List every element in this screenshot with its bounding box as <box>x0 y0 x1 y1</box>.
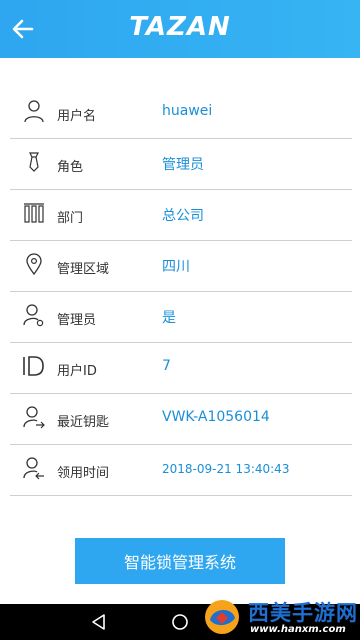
info-row-recent-key: 最近钥匙 VWK-A1056014 <box>10 394 352 445</box>
row-label: 角色 <box>57 160 84 175</box>
row-value: 管理员 <box>162 157 204 173</box>
row-label: 领用时间 <box>57 466 110 481</box>
row-value: 四川 <box>162 259 190 275</box>
watermark-url: www.hanxm.com <box>250 624 346 635</box>
row-label: 管理员 <box>57 313 97 328</box>
user-key-icon <box>23 406 45 429</box>
location-pin-icon <box>26 253 42 276</box>
row-value: VWK-A1056014 <box>162 409 270 425</box>
row-label: 用户名 <box>57 109 97 124</box>
watermark: 西美手游网 www.hanxm.com <box>202 596 360 640</box>
info-row-role: 角色 管理员 <box>10 139 352 190</box>
row-value: 总公司 <box>162 208 204 224</box>
row-label: 部门 <box>57 211 84 226</box>
user-info-list: 用户名 huawei 角色 管理员 部门 总公司 管理区域 四川 管理员 是 用… <box>0 88 360 496</box>
row-label: 用户ID <box>57 364 97 379</box>
row-label: 最近钥匙 <box>57 415 110 430</box>
tie-icon <box>29 152 39 172</box>
row-value: huawei <box>162 103 213 119</box>
row-label: 管理区域 <box>57 262 110 277</box>
row-value: 是 <box>162 310 176 326</box>
info-row-collect-time: 领用时间 2018-09-21 13:40:43 <box>10 445 352 496</box>
app-header: TAZAN <box>0 0 360 58</box>
info-row-user-id: 用户ID 7 <box>10 343 352 394</box>
watermark-title: 西美手游网 <box>248 601 358 625</box>
row-value: 2018-09-21 13:40:43 <box>162 462 290 476</box>
info-row-region: 管理区域 四川 <box>10 241 352 292</box>
user-time-icon <box>23 457 44 480</box>
info-row-admin: 管理员 是 <box>10 292 352 343</box>
smart-lock-system-button[interactable]: 智能锁管理系统 <box>75 538 285 584</box>
app-logo: TAZAN <box>129 12 231 42</box>
admin-user-icon <box>23 304 44 327</box>
user-icon <box>24 100 44 123</box>
id-icon <box>23 356 44 376</box>
row-value: 7 <box>162 358 171 374</box>
nav-back-icon[interactable] <box>90 613 108 631</box>
watermark-logo-icon <box>205 600 239 634</box>
info-row-department: 部门 总公司 <box>10 190 352 241</box>
building-icon <box>24 203 44 223</box>
nav-home-icon[interactable] <box>171 613 189 631</box>
info-row-username: 用户名 huawei <box>10 88 352 139</box>
